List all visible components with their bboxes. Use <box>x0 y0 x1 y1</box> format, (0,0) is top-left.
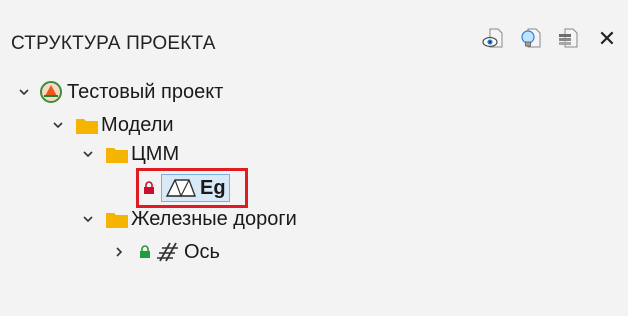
selected-node[interactable]: Eg <box>161 174 230 202</box>
surface-triangles-icon <box>165 178 197 198</box>
chevron-right-icon[interactable] <box>111 244 127 260</box>
panel-toolbar: ✕ <box>480 26 620 52</box>
tree-item-surface[interactable]: Eg <box>143 174 230 202</box>
tree-item-label: Модели <box>101 113 174 136</box>
tree-item-label: Тестовый проект <box>67 80 224 103</box>
lock-green-icon <box>139 245 151 259</box>
close-icon[interactable]: ✕ <box>594 26 620 52</box>
lock-red-icon <box>143 181 155 195</box>
tree-item-label: Eg <box>200 176 226 199</box>
tree-item-label: Железные дороги <box>131 207 297 230</box>
rail-track-icon <box>157 241 181 263</box>
project-structure-panel: СТРУКТУРА ПРОЕКТА ✕ Тестовый проект Моде… <box>0 0 628 316</box>
tree-item-axis[interactable]: Ось <box>111 238 220 266</box>
panel-header: СТРУКТУРА ПРОЕКТА ✕ <box>11 24 628 64</box>
tree-item-dtm[interactable]: ЦММ <box>80 140 179 168</box>
chevron-down-icon[interactable] <box>16 84 32 100</box>
layers-page-icon[interactable] <box>556 26 582 52</box>
tree-item-project[interactable]: Тестовый проект <box>16 78 223 106</box>
chevron-down-icon[interactable] <box>50 117 66 133</box>
folder-icon <box>106 211 128 228</box>
folder-icon <box>76 117 98 134</box>
panel-title: СТРУКТУРА ПРОЕКТА <box>11 33 216 54</box>
folder-icon <box>106 146 128 163</box>
lightbulb-page-icon[interactable] <box>518 26 544 52</box>
tree-item-models[interactable]: Модели <box>50 111 174 139</box>
chevron-down-icon[interactable] <box>80 146 96 162</box>
tree-item-railways[interactable]: Железные дороги <box>80 205 297 233</box>
project-logo-icon <box>40 81 62 103</box>
chevron-down-icon[interactable] <box>80 211 96 227</box>
tree-item-label: ЦММ <box>131 142 180 165</box>
tree-item-label: Ось <box>184 240 220 263</box>
eye-page-icon[interactable] <box>480 26 506 52</box>
